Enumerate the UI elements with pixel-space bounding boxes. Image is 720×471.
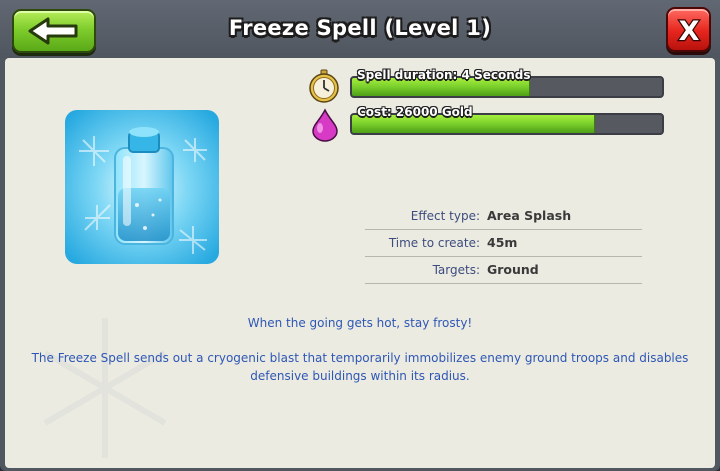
spell-info-table: Effect type: Area Splash Time to create:… — [365, 203, 642, 284]
info-key: Time to create: — [388, 236, 480, 250]
freeze-spell-image — [65, 110, 219, 264]
info-value: 45m — [487, 235, 518, 250]
elixir-drop-icon — [308, 108, 342, 142]
close-label: X — [679, 16, 700, 45]
stopwatch-icon — [307, 69, 341, 103]
spell-info-dialog: Freeze Spell (Level 1) X Spell duration:… — [0, 0, 720, 471]
info-row-targets: Targets: Ground — [365, 257, 642, 284]
duration-label: Spell duration: 4 Seconds — [357, 68, 531, 82]
info-row-effect-type: Effect type: Area Splash — [365, 203, 642, 230]
close-button[interactable]: X — [666, 7, 711, 52]
content-panel: Spell duration: 4 Seconds Cost: 26000 Go… — [5, 58, 715, 468]
info-value: Ground — [487, 262, 539, 277]
info-value: Area Splash — [487, 208, 572, 223]
dialog-title: Freeze Spell (Level 1) — [228, 16, 492, 40]
info-key: Targets: — [432, 263, 480, 277]
snowflake-watermark-icon — [43, 318, 167, 458]
spell-description: The Freeze Spell sends out a cryogenic b… — [31, 351, 689, 383]
cost-label: Cost: 26000 Gold — [357, 105, 473, 119]
info-row-time-to-create: Time to create: 45m — [365, 230, 642, 257]
back-button[interactable] — [12, 9, 96, 53]
info-key: Effect type: — [410, 209, 480, 223]
spell-tagline: When the going gets hot, stay frosty! — [247, 316, 473, 330]
